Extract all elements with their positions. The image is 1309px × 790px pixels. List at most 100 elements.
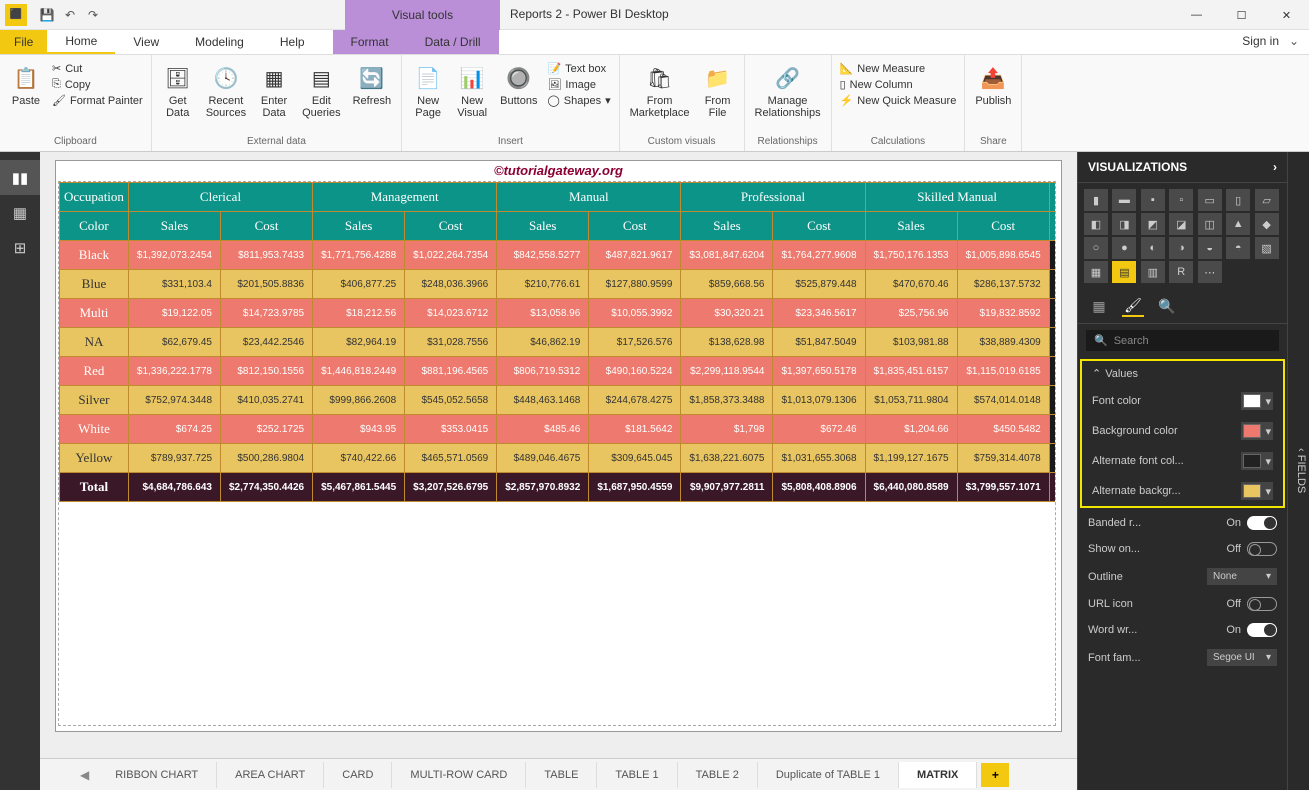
minimize-button[interactable]: — xyxy=(1174,0,1219,30)
viz-type-21[interactable]: ▦ xyxy=(1084,261,1108,283)
recent-sources-button[interactable]: 🕓Recent Sources xyxy=(202,61,250,121)
viz-type-4[interactable]: ▭ xyxy=(1198,189,1222,211)
alt-bg-color-picker[interactable]: ▾ xyxy=(1241,482,1273,500)
url-icon-toggle[interactable] xyxy=(1247,597,1277,611)
fields-tab-icon[interactable]: ▦ xyxy=(1088,295,1110,317)
fields-panel-collapsed[interactable]: ‹ FIELDS xyxy=(1287,152,1309,790)
viz-type-5[interactable]: ▯ xyxy=(1226,189,1250,211)
page-tab-card[interactable]: CARD xyxy=(324,762,392,788)
shapes-button[interactable]: ◯ Shapes ▾ xyxy=(545,93,612,108)
viz-type-11[interactable]: ◫ xyxy=(1198,213,1222,235)
page-tab-table[interactable]: TABLE xyxy=(526,762,597,788)
analytics-tab-icon[interactable]: 🔍 xyxy=(1156,295,1178,317)
viz-type-14[interactable]: ○ xyxy=(1084,237,1108,259)
visualizations-panel: VISUALIZATIONS› ▮▬▪▫▭▯▱◧◨◩◪◫▲◆○●◐◑◒◓▧▦▤▥… xyxy=(1077,152,1287,790)
image-button[interactable]: 🖼 Image xyxy=(545,77,612,92)
custom-visuals-label: Custom visuals xyxy=(626,136,738,149)
outline-dropdown[interactable]: None▾ xyxy=(1207,568,1277,585)
tab-data-drill[interactable]: Data / Drill xyxy=(407,30,499,54)
viz-type-1[interactable]: ▬ xyxy=(1112,189,1136,211)
from-file-button[interactable]: 📁From File xyxy=(698,61,738,121)
search-input[interactable]: 🔍 Search xyxy=(1086,330,1279,351)
viz-type-18[interactable]: ◒ xyxy=(1198,237,1222,259)
page-tab-matrix[interactable]: MATRIX xyxy=(899,762,977,788)
viz-type-23[interactable]: ▥ xyxy=(1141,261,1165,283)
tab-help[interactable]: Help xyxy=(262,30,323,54)
alt-font-color-picker[interactable]: ▾ xyxy=(1241,452,1273,470)
page-tab-table-1[interactable]: TABLE 1 xyxy=(597,762,677,788)
viz-type-12[interactable]: ▲ xyxy=(1226,213,1250,235)
format-tab-icon[interactable]: 🖌 xyxy=(1122,295,1144,317)
publish-button[interactable]: 📤Publish xyxy=(971,61,1015,109)
prev-page-icon[interactable]: ◀ xyxy=(80,768,89,782)
refresh-button[interactable]: 🔄Refresh xyxy=(349,61,396,109)
tab-home[interactable]: Home xyxy=(47,30,115,54)
values-header[interactable]: ⌃ Values xyxy=(1082,361,1283,386)
share-label: Share xyxy=(971,136,1015,149)
chevron-down-icon[interactable]: ⌄ xyxy=(1289,34,1299,48)
page-tab-duplicate-of-table-1[interactable]: Duplicate of TABLE 1 xyxy=(758,762,899,788)
model-view-icon[interactable]: ⊞ xyxy=(0,230,40,265)
viz-type-0[interactable]: ▮ xyxy=(1084,189,1108,211)
tab-format[interactable]: Format xyxy=(333,30,407,54)
page-tab-area-chart[interactable]: AREA CHART xyxy=(217,762,324,788)
viz-type-25[interactable]: ⋯ xyxy=(1198,261,1222,283)
new-column-button[interactable]: ▯ New Column xyxy=(838,77,959,92)
matrix-visual[interactable]: OccupationClericalManagementManualProfes… xyxy=(58,181,1056,726)
page-tab-ribbon-chart[interactable]: RIBBON CHART xyxy=(97,762,217,788)
word-wrap-toggle[interactable] xyxy=(1247,623,1277,637)
collapse-icon[interactable]: › xyxy=(1273,160,1277,174)
format-painter-button[interactable]: 🖌 Format Painter xyxy=(50,93,145,108)
copy-button[interactable]: ⎘ Copy xyxy=(50,77,145,92)
viz-type-6[interactable]: ▱ xyxy=(1255,189,1279,211)
font-family-dropdown[interactable]: Segoe UI▾ xyxy=(1207,649,1277,666)
manage-relationships-button[interactable]: 🔗Manage Relationships xyxy=(751,61,825,121)
from-marketplace-button[interactable]: 🛍From Marketplace xyxy=(626,61,694,121)
viz-type-22[interactable]: ▤ xyxy=(1112,261,1136,283)
undo-icon[interactable]: ↶ xyxy=(60,5,80,25)
viz-type-13[interactable]: ◆ xyxy=(1255,213,1279,235)
sign-in-link[interactable]: Sign in xyxy=(1242,34,1279,48)
tab-modeling[interactable]: Modeling xyxy=(177,30,262,54)
viz-type-8[interactable]: ◨ xyxy=(1112,213,1136,235)
maximize-button[interactable]: ☐ xyxy=(1219,0,1264,30)
show-on-toggle[interactable] xyxy=(1247,542,1277,556)
viz-type-2[interactable]: ▪ xyxy=(1141,189,1165,211)
report-page[interactable]: ©tutorialgateway.org OccupationClericalM… xyxy=(55,160,1062,732)
clipboard-group-label: Clipboard xyxy=(6,136,145,149)
viz-type-15[interactable]: ● xyxy=(1112,237,1136,259)
new-page-button[interactable]: 📄New Page xyxy=(408,61,448,121)
get-data-button[interactable]: 🗄Get Data xyxy=(158,61,198,121)
data-view-icon[interactable]: ▦ xyxy=(0,195,40,230)
tab-view[interactable]: View xyxy=(115,30,177,54)
redo-icon[interactable]: ↷ xyxy=(83,5,103,25)
viz-type-20[interactable]: ▧ xyxy=(1255,237,1279,259)
viz-type-24[interactable]: R xyxy=(1169,261,1193,283)
edit-queries-button[interactable]: ▤Edit Queries xyxy=(298,61,345,121)
viz-type-9[interactable]: ◩ xyxy=(1141,213,1165,235)
viz-type-16[interactable]: ◐ xyxy=(1141,237,1165,259)
enter-data-button[interactable]: ▦Enter Data xyxy=(254,61,294,121)
new-measure-button[interactable]: 📐 New Measure xyxy=(838,61,959,76)
bg-color-picker[interactable]: ▾ xyxy=(1241,422,1273,440)
textbox-button[interactable]: 📝 Text box xyxy=(545,61,612,76)
viz-type-7[interactable]: ◧ xyxy=(1084,213,1108,235)
new-quick-measure-button[interactable]: ⚡ New Quick Measure xyxy=(838,93,959,108)
save-icon[interactable]: 💾 xyxy=(37,5,57,25)
viz-type-10[interactable]: ◪ xyxy=(1169,213,1193,235)
viz-type-3[interactable]: ▫ xyxy=(1169,189,1193,211)
page-tab-multi-row-card[interactable]: MULTI-ROW CARD xyxy=(392,762,526,788)
report-view-icon[interactable]: ▮▮ xyxy=(0,160,40,195)
new-visual-button[interactable]: 📊New Visual xyxy=(452,61,492,121)
font-color-picker[interactable]: ▾ xyxy=(1241,392,1273,410)
cut-button[interactable]: ✂ Cut xyxy=(50,61,145,76)
paste-button[interactable]: 📋Paste xyxy=(6,61,46,109)
viz-type-17[interactable]: ◑ xyxy=(1169,237,1193,259)
file-menu[interactable]: File xyxy=(0,30,47,54)
close-button[interactable]: ✕ xyxy=(1264,0,1309,30)
banded-rows-toggle[interactable] xyxy=(1247,516,1277,530)
buttons-button[interactable]: 🔘Buttons xyxy=(496,61,541,109)
page-tab-table-2[interactable]: TABLE 2 xyxy=(678,762,758,788)
viz-type-19[interactable]: ◓ xyxy=(1226,237,1250,259)
add-page-button[interactable]: + xyxy=(981,763,1009,787)
